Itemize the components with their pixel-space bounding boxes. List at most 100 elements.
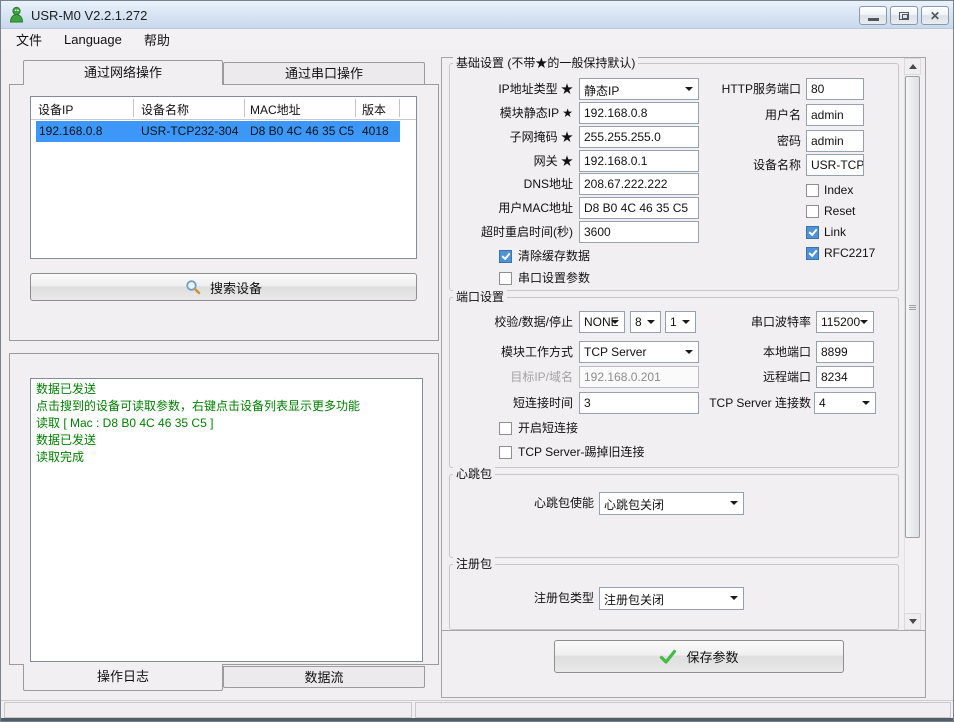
mac-field[interactable]: D8 B0 4C 46 35 C5 <box>579 197 699 219</box>
minimize-button[interactable] <box>859 6 887 25</box>
column-divider <box>399 99 400 117</box>
password-field[interactable]: admin <box>806 130 864 152</box>
log-line: 点击搜到的设备可读取参数，右键点击设备列表显示更多功能 <box>36 398 417 415</box>
short-conn-checkbox[interactable] <box>499 422 512 435</box>
save-params-button[interactable]: 保存参数 <box>554 640 844 673</box>
local-port-label: 本地端口 <box>691 341 811 363</box>
title-bar[interactable]: USR-M0 V2.2.1.272 ✕ <box>1 1 953 29</box>
tab-serial-operation[interactable]: 通过串口操作 <box>223 62 425 85</box>
chevron-down-icon <box>647 320 655 324</box>
baud-select[interactable]: 115200 <box>816 311 874 333</box>
link-checkbox[interactable] <box>806 226 819 239</box>
index-label[interactable]: Index <box>824 183 853 198</box>
kick-old-conn-checkbox[interactable] <box>499 446 512 459</box>
tab-data-stream[interactable]: 数据流 <box>223 666 425 688</box>
log-line: 数据已发送 <box>36 381 417 398</box>
column-divider <box>355 99 356 117</box>
maximize-button[interactable] <box>890 6 918 25</box>
parity-select[interactable]: NONE <box>579 311 625 333</box>
operation-log-area[interactable]: 数据已发送 点击搜到的设备可读取参数，右键点击设备列表显示更多功能 读取 [ M… <box>30 378 423 662</box>
reset-checkbox[interactable] <box>806 205 819 218</box>
device-name-label: 设备名称 <box>691 154 801 176</box>
work-mode-value: TCP Server <box>584 345 646 359</box>
rfc2217-checkbox[interactable] <box>806 247 819 260</box>
stop-bits-value: 1 <box>670 315 677 329</box>
tab-network-operation[interactable]: 通过网络操作 <box>23 60 223 85</box>
maximize-icon <box>899 12 909 20</box>
statusbar-cell-right <box>415 702 951 718</box>
reset-label[interactable]: Reset <box>824 204 855 219</box>
baud-value: 115200 <box>821 315 860 329</box>
scrollbar-up-button[interactable] <box>904 58 921 75</box>
device-name-field[interactable]: USR-TCP23 <box>806 154 864 176</box>
cell-device-name[interactable]: USR-TCP232-304 <box>141 124 238 138</box>
menu-item-file[interactable]: 文件 <box>11 29 47 50</box>
window-bottom-edge <box>1 718 953 721</box>
menu-item-language[interactable]: Language <box>59 31 127 48</box>
search-device-button[interactable]: 搜索设备 <box>30 273 417 301</box>
col-header-device-ip[interactable]: 设备IP <box>38 101 73 118</box>
heartbeat-enable-label: 心跳包使能 <box>471 492 594 514</box>
scrollbar-up-icon <box>909 64 917 69</box>
local-port-field[interactable]: 8899 <box>816 341 874 363</box>
header-divider <box>31 119 416 120</box>
menu-item-help[interactable]: 帮助 <box>139 29 175 50</box>
cell-version[interactable]: 4018 <box>362 124 389 138</box>
baud-label: 串口波特率 <box>691 311 811 333</box>
clear-cache-checkbox[interactable] <box>499 250 512 263</box>
work-mode-select[interactable]: TCP Server <box>579 341 699 363</box>
short-conn-time-label: 短连接时间 <box>449 392 573 414</box>
conn-count-value: 4 <box>819 396 826 410</box>
remote-port-field[interactable]: 8234 <box>816 366 874 388</box>
target-ip-field: 192.168.0.201 <box>579 366 699 388</box>
data-bits-select[interactable]: 8 <box>630 311 661 333</box>
index-checkbox[interactable] <box>806 184 819 197</box>
heartbeat-enable-select[interactable]: 心跳包关闭 <box>599 492 744 515</box>
password-label: 密码 <box>691 130 801 152</box>
http-port-field[interactable]: 80 <box>806 78 864 100</box>
scrollbar-down-button[interactable] <box>904 613 921 630</box>
rfc2217-label[interactable]: RFC2217 <box>824 246 875 261</box>
short-conn-label[interactable]: 开启短连接 <box>518 421 578 436</box>
gateway-field[interactable]: 192.168.0.1 <box>579 150 699 172</box>
kick-old-conn-label[interactable]: TCP Server-踢掉旧连接 <box>518 445 644 460</box>
log-line: 读取完成 <box>36 449 417 466</box>
statusbar-divider <box>1 700 953 701</box>
chevron-down-icon <box>682 320 690 324</box>
dns-field[interactable]: 208.67.222.222 <box>579 173 699 195</box>
close-button[interactable]: ✕ <box>921 6 949 25</box>
static-ip-field[interactable]: 192.168.0.8 <box>579 102 699 124</box>
timeout-field[interactable]: 3600 <box>579 221 699 243</box>
chevron-down-icon <box>730 596 738 600</box>
col-header-device-name[interactable]: 设备名称 <box>141 101 189 118</box>
chevron-down-icon <box>730 501 738 505</box>
subnet-field[interactable]: 255.255.255.0 <box>579 126 699 148</box>
conn-count-label: TCP Server 连接数 <box>679 392 811 414</box>
data-bits-value: 8 <box>635 315 642 329</box>
clear-cache-label[interactable]: 清除缓存数据 <box>518 249 590 264</box>
serial-param-label[interactable]: 串口设置参数 <box>518 271 590 286</box>
conn-count-select[interactable]: 4 <box>814 392 876 414</box>
check-icon <box>659 649 677 665</box>
gateway-label: 网关 ★ <box>449 150 573 172</box>
scrollbar-thumb[interactable] <box>905 76 920 538</box>
close-icon: ✕ <box>930 10 940 22</box>
link-label[interactable]: Link <box>824 225 846 240</box>
parity-label: 校验/数据/停止 <box>449 311 573 333</box>
search-button-label: 搜索设备 <box>210 278 262 297</box>
col-header-version[interactable]: 版本 <box>362 101 386 118</box>
work-mode-label: 模块工作方式 <box>449 341 573 363</box>
username-field[interactable]: admin <box>806 104 864 126</box>
cell-mac[interactable]: D8 B0 4C 46 35 C5 <box>250 124 354 138</box>
app-window: USR-M0 V2.2.1.272 ✕ 文件 Language 帮助 通过网络操… <box>0 0 954 722</box>
tab-operation-log[interactable]: 操作日志 <box>23 664 223 691</box>
serial-param-checkbox[interactable] <box>499 272 512 285</box>
ip-type-select[interactable]: 静态IP <box>579 78 699 100</box>
minimize-icon <box>868 18 879 21</box>
cell-device-ip[interactable]: 192.168.0.8 <box>39 124 102 138</box>
target-ip-label: 目标IP/域名 <box>449 366 573 388</box>
register-type-select[interactable]: 注册包关闭 <box>599 587 744 610</box>
log-line: 数据已发送 <box>36 432 417 449</box>
register-title: 注册包 <box>453 557 495 571</box>
col-header-mac[interactable]: MAC地址 <box>250 101 301 118</box>
